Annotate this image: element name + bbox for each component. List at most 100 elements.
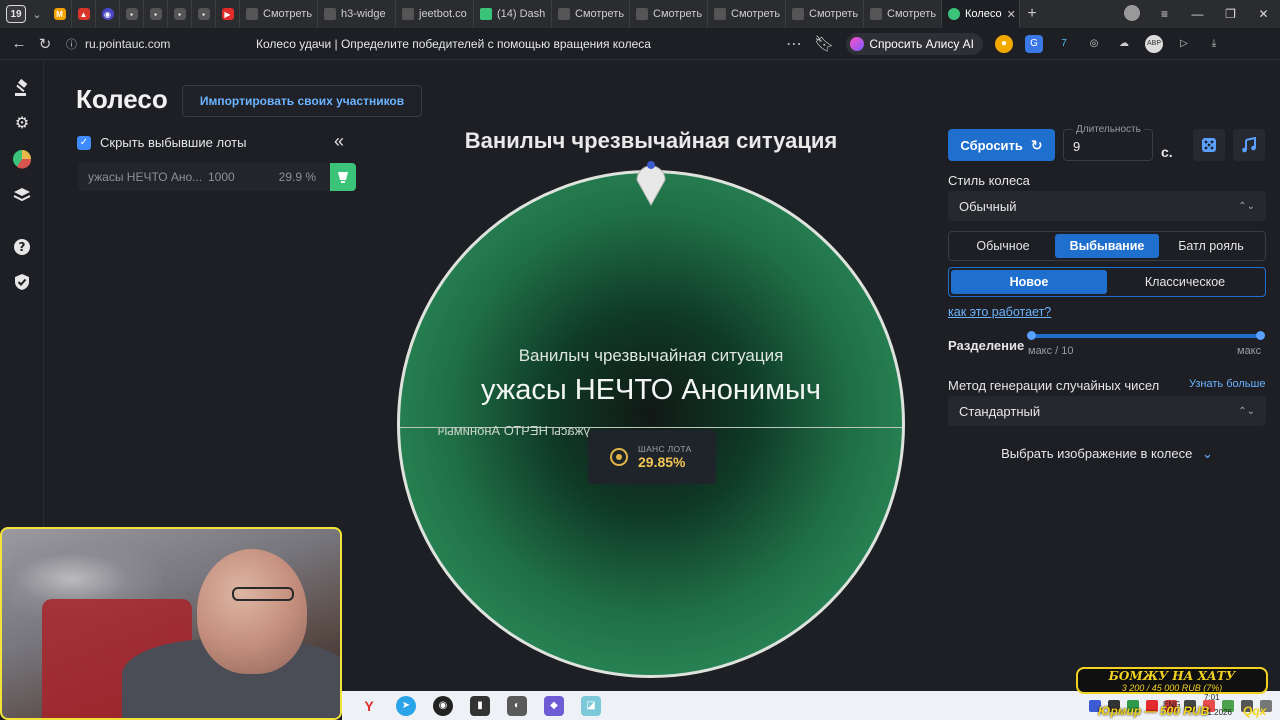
mode-segmented-control: Обычное Выбывание Батл рояль: [948, 231, 1266, 261]
pinned-tab[interactable]: ◉: [96, 0, 120, 28]
ask-alice-button[interactable]: Спросить Алису AI: [846, 32, 983, 55]
bookmark-icon[interactable]: 🔖︎: [814, 34, 834, 54]
pinned-tab[interactable]: ▪: [120, 0, 144, 28]
lot-row[interactable]: ужасы НЕЧТО Ано... 1000 29.9 %: [78, 163, 356, 191]
variant-option-new[interactable]: Новое: [951, 270, 1107, 294]
hide-eliminated-toggle[interactable]: ✓ Скрыть выбывшие лоты: [77, 135, 246, 150]
gmail-icon: M: [53, 8, 66, 20]
app-icon: ▪: [173, 8, 186, 20]
checkbox-checked-icon[interactable]: ✓: [77, 135, 91, 150]
mode-option-normal[interactable]: Обычное: [951, 234, 1055, 258]
extension-icon[interactable]: ▷: [1175, 35, 1193, 53]
tab[interactable]: Смотреть: [240, 0, 318, 28]
telegram-icon[interactable]: ➤: [396, 695, 416, 716]
extension-icon[interactable]: ☁: [1115, 35, 1133, 53]
menu-icon[interactable]: ≡: [1148, 7, 1181, 21]
help-question-icon[interactable]: ?: [12, 237, 32, 257]
tab[interactable]: Смотреть: [552, 0, 630, 28]
minimize-icon[interactable]: —: [1181, 7, 1214, 21]
back-arrow-icon[interactable]: ←: [6, 35, 32, 52]
maximize-icon[interactable]: ❐: [1214, 7, 1247, 21]
tab-label: jeetbot.co: [419, 8, 467, 20]
new-tab-button[interactable]: +: [1020, 5, 1044, 23]
tab-favicon-icon: [402, 8, 414, 20]
collapse-panel-chevron-icon[interactable]: «: [334, 131, 344, 152]
wheel-canvas[interactable]: ужасы НЕЧТО Анонимыч: [397, 170, 905, 678]
tab-label: Смотреть: [653, 8, 703, 20]
tab-count-button[interactable]: 19: [6, 5, 26, 23]
ask-alice-label: Спросить Алису AI: [869, 36, 974, 51]
download-icon[interactable]: ⤓: [1205, 35, 1223, 53]
rng-learn-more-link[interactable]: Узнать больше: [1189, 378, 1265, 390]
translate-extension-icon[interactable]: G: [1025, 34, 1043, 53]
reset-button[interactable]: Сбросить ↻: [948, 129, 1055, 161]
app-icon[interactable]: ◆: [544, 695, 564, 716]
wheel-pie-icon[interactable]: [12, 149, 32, 169]
extension-icon[interactable]: ◎: [1085, 35, 1103, 53]
tab[interactable]: Смотреть: [708, 0, 786, 28]
app-icon[interactable]: ▮: [470, 695, 490, 716]
more-dots-icon[interactable]: ⋯: [786, 34, 802, 54]
split-slider-handle-max[interactable]: [1256, 331, 1265, 340]
site-info-icon[interactable]: ⓘ: [66, 36, 77, 52]
pinned-tab[interactable]: ▲: [72, 0, 96, 28]
split-slider-track[interactable]: [1029, 334, 1263, 338]
rng-method-select[interactable]: Стандартный ⌃⌄: [948, 396, 1266, 426]
tab-list-chevron-icon[interactable]: ⌄: [26, 8, 48, 21]
tab-label: Колесо: [965, 8, 1002, 20]
mode-option-battle-royale[interactable]: Батл рояль: [1159, 234, 1263, 258]
pinned-tab[interactable]: ▪: [144, 0, 168, 28]
app-icon: ▪: [197, 8, 210, 20]
tab[interactable]: (14) Dash: [474, 0, 552, 28]
import-participants-button[interactable]: Импортировать своих участников: [182, 85, 422, 117]
window-controls: ≡ — ❐ ✕: [1115, 0, 1280, 28]
auction-hammer-icon[interactable]: [12, 78, 32, 98]
app-icon[interactable]: ◪: [581, 695, 601, 716]
pinned-tab[interactable]: ▪: [168, 0, 192, 28]
tab-favicon-icon: [636, 8, 648, 20]
layers-icon[interactable]: [12, 185, 32, 205]
variant-option-classic[interactable]: Классическое: [1107, 270, 1263, 294]
app-icon: ▲: [77, 8, 90, 20]
pick-wheel-image-toggle[interactable]: Выбрать изображение в колесе ⌄: [948, 446, 1266, 462]
tab[interactable]: Смотреть: [864, 0, 942, 28]
url-text: ru.pointauc.com: [85, 36, 171, 51]
obs-icon[interactable]: ◉: [433, 695, 453, 716]
pinned-tab[interactable]: ▶: [216, 0, 240, 28]
yandex-browser-icon[interactable]: Y: [359, 696, 379, 716]
webcam-overlay: [0, 527, 342, 720]
adblock-icon[interactable]: ABP: [1145, 34, 1163, 53]
lot-action-button[interactable]: [330, 163, 356, 191]
extension-icon[interactable]: 7: [1055, 35, 1073, 53]
wheel-style-select[interactable]: Обычный ⌃⌄: [948, 191, 1266, 221]
music-note-icon: [1242, 137, 1256, 153]
rng-method-label: Метод генерации случайных чисел: [948, 378, 1160, 393]
extension-icon[interactable]: ●: [995, 34, 1013, 53]
chevron-down-icon: ⌄: [1201, 446, 1213, 461]
close-tab-icon[interactable]: ✕: [1007, 8, 1016, 21]
url-field[interactable]: ⓘ ru.pointauc.com: [66, 36, 236, 52]
tab[interactable]: Смотреть: [630, 0, 708, 28]
tab-active[interactable]: Колесо ✕: [942, 0, 1020, 28]
wheel-pointer-icon: [636, 161, 666, 206]
reload-icon[interactable]: ↻: [32, 35, 58, 53]
app-icon: ▪: [149, 8, 162, 20]
settings-gear-icon[interactable]: ⚙: [12, 113, 32, 133]
tab[interactable]: Смотреть: [786, 0, 864, 28]
pinned-tab[interactable]: M: [48, 0, 72, 28]
music-button[interactable]: [1233, 129, 1265, 161]
tab[interactable]: jeetbot.co: [396, 0, 474, 28]
mode-option-elimination[interactable]: Выбывание: [1055, 234, 1159, 258]
split-slider-handle-min[interactable]: [1027, 331, 1036, 340]
how-it-works-link[interactable]: как это работает?: [948, 305, 1051, 319]
profile-button[interactable]: [1115, 4, 1148, 24]
random-dice-button[interactable]: [1193, 129, 1225, 161]
pinned-tab[interactable]: ▪: [192, 0, 216, 28]
taskbar-clock[interactable]: 7:01: [1204, 693, 1220, 702]
app-icon[interactable]: ◐: [507, 695, 527, 716]
shield-check-icon[interactable]: [12, 272, 32, 292]
tab[interactable]: h3-widge: [318, 0, 396, 28]
tab-label: (14) Dash: [497, 8, 546, 20]
tab-label: Смотреть: [731, 8, 781, 20]
close-window-icon[interactable]: ✕: [1247, 7, 1280, 21]
